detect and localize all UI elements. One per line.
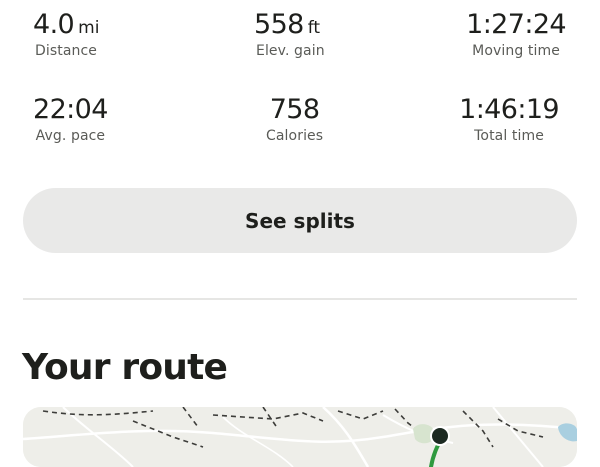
distance-stat: 4.0 mi Distance [33, 11, 99, 58]
elevation-gain-value: 558 ft [254, 11, 320, 38]
distance-unit: mi [78, 18, 100, 38]
route-start-marker [432, 428, 448, 444]
distance-label: Distance [35, 43, 98, 59]
total-time-stat: 1:46:19 Total time [459, 96, 559, 143]
total-time-label: Total time [474, 128, 544, 144]
distance-value: 4.0 mi [33, 11, 99, 38]
calories-value: 758 [269, 94, 320, 125]
distance-number: 4.0 [33, 9, 75, 40]
avg-pace-label: Avg. pace [35, 128, 106, 144]
elevation-gain-label: Elev. gain [256, 43, 325, 59]
route-map[interactable] [23, 407, 577, 467]
elevation-gain-number: 558 [254, 9, 304, 40]
total-time-value: 1:46:19 [459, 94, 559, 125]
moving-time-value: 1:27:24 [466, 9, 566, 40]
elevation-gain-unit: ft [307, 18, 321, 38]
see-splits-button[interactable]: See splits [23, 188, 577, 253]
route-map-canvas [23, 407, 577, 467]
calories-label: Calories [266, 128, 324, 144]
avg-pace-stat: 22:04 Avg. pace [33, 96, 108, 143]
calories-stat: 758 Calories [266, 96, 323, 143]
elevation-gain-stat: 558 ft Elev. gain [254, 11, 325, 58]
section-divider [23, 298, 577, 300]
moving-time-stat: 1:27:24 Moving time [466, 11, 566, 58]
moving-time-label: Moving time [472, 43, 560, 59]
route-section-title: Your route [22, 347, 228, 388]
avg-pace-value: 22:04 [33, 94, 108, 125]
